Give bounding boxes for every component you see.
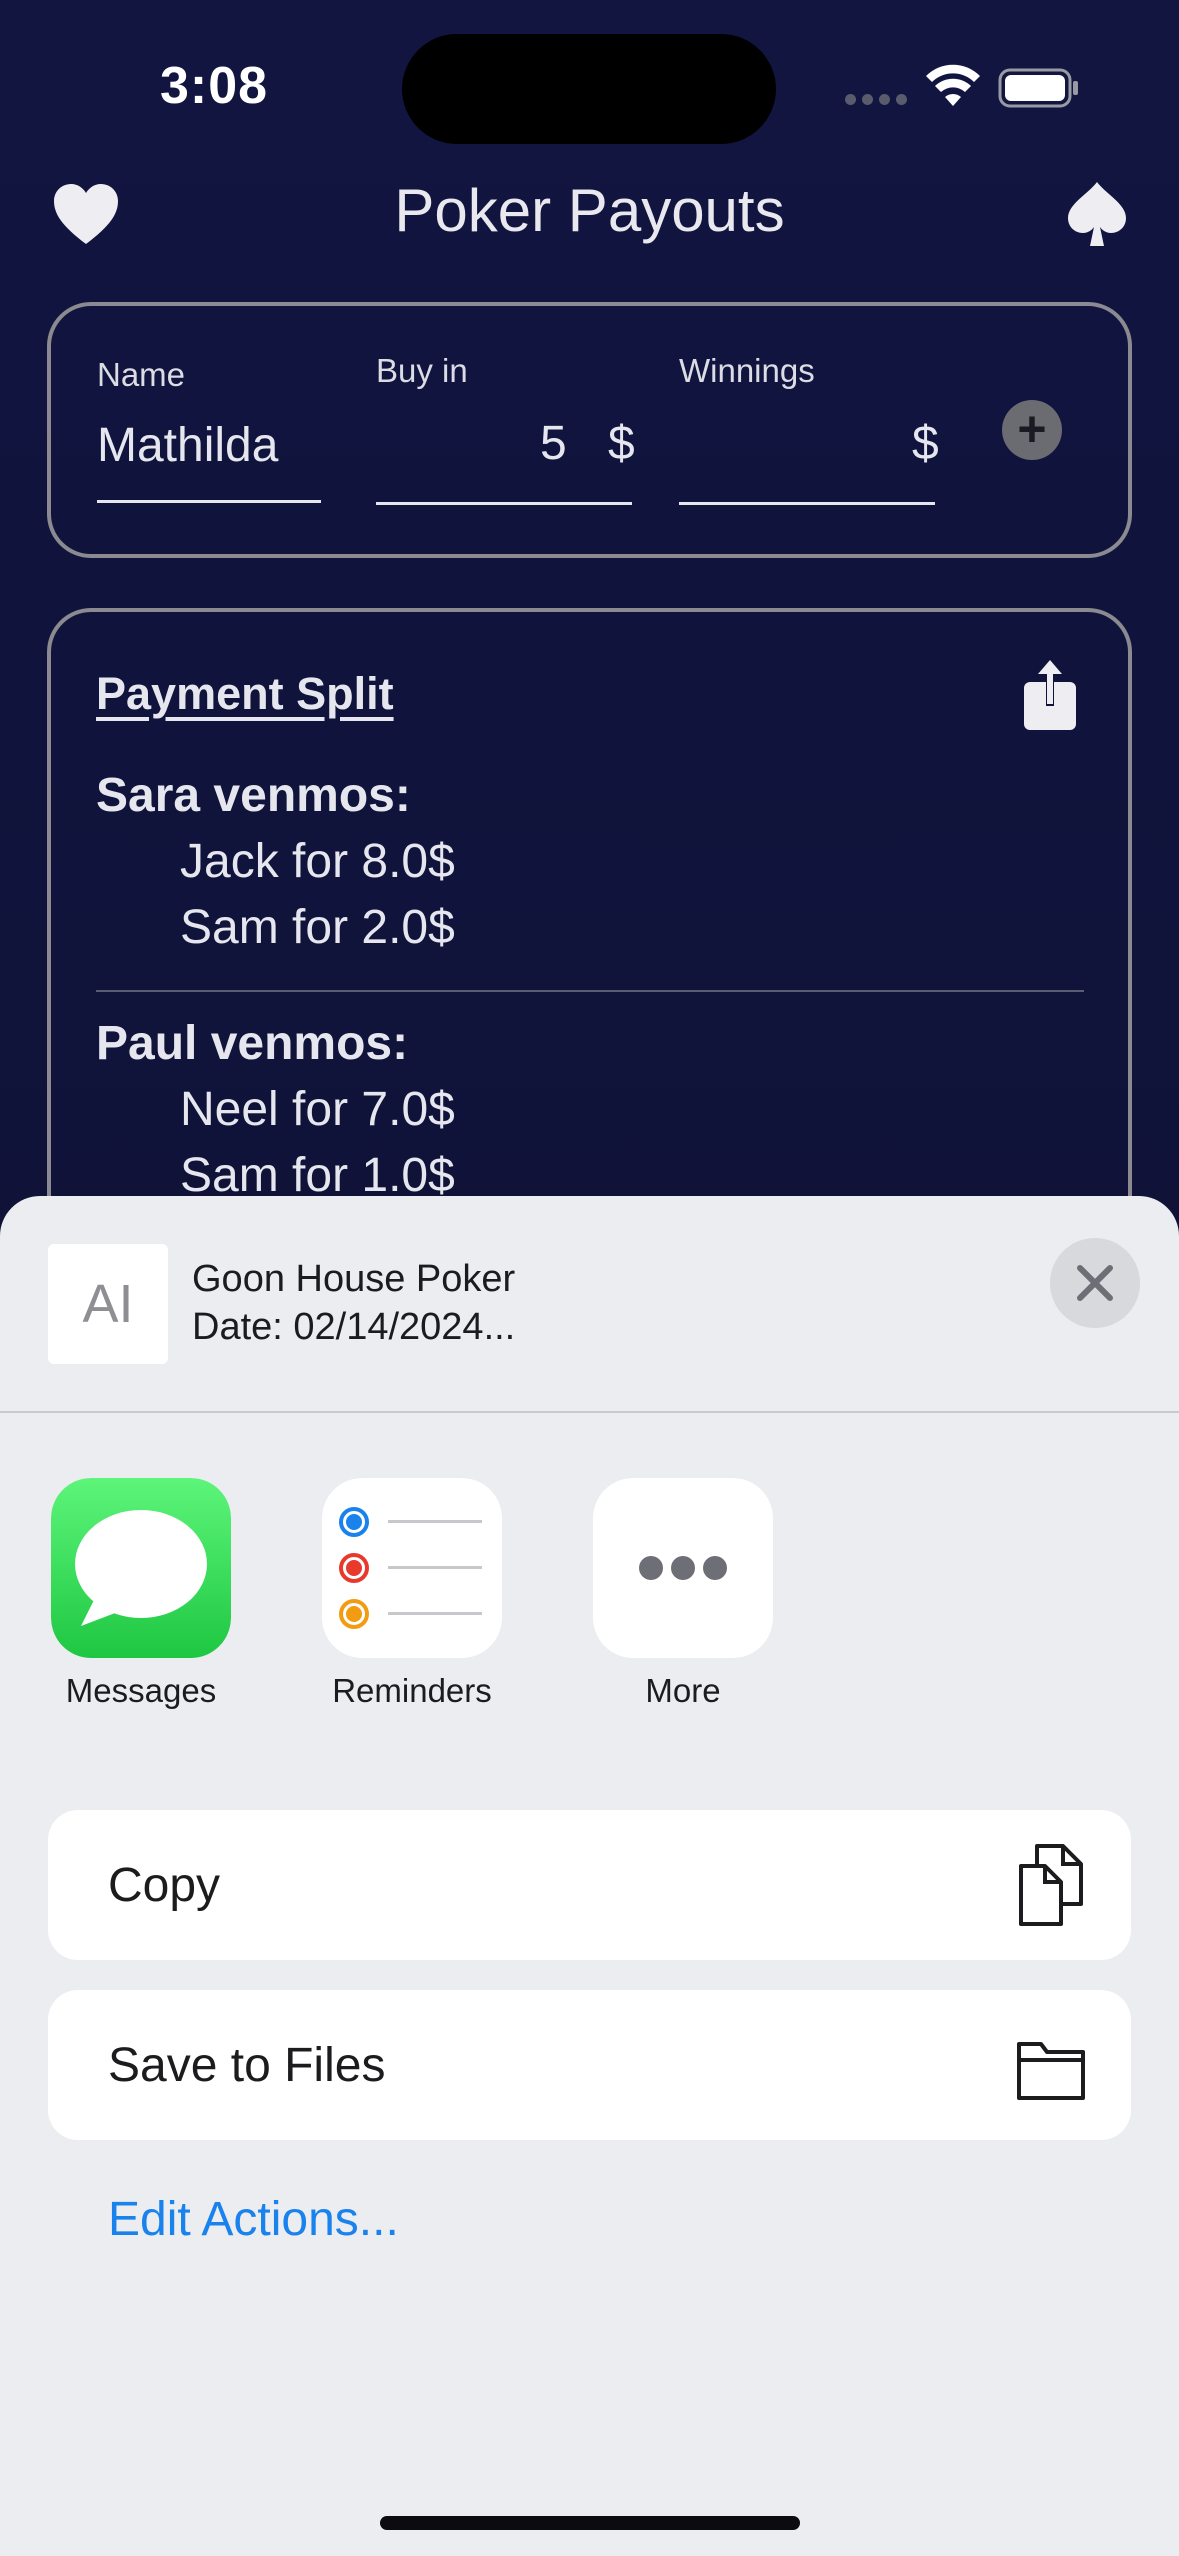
share-document-title: Goon House Poker <box>192 1258 516 1300</box>
battery-icon <box>998 68 1078 108</box>
copy-action[interactable]: Copy <box>48 1810 1131 1960</box>
payee-line: Sam for 2.0$ <box>180 901 455 954</box>
payer-name: Sara venmos: <box>96 769 411 822</box>
share-app-messages[interactable] <box>51 1478 231 1663</box>
messages-icon <box>51 1478 231 1658</box>
sheet-divider <box>0 1411 1179 1413</box>
name-input-underline <box>97 500 321 503</box>
save-to-files-action[interactable]: Save to Files <box>48 1990 1131 2140</box>
buyin-label: Buy in <box>376 352 468 389</box>
buyin-currency: $ <box>608 417 635 470</box>
action-label: Save to Files <box>108 2039 386 2092</box>
close-button[interactable] <box>1050 1238 1140 1328</box>
payee-line: Neel for 7.0$ <box>180 1083 455 1136</box>
name-input[interactable]: Mathilda <box>97 418 278 473</box>
action-label: Copy <box>108 1859 221 1912</box>
dynamic-island <box>402 34 776 144</box>
home-indicator[interactable] <box>380 2516 800 2530</box>
status-time: 3:08 <box>160 57 269 115</box>
winnings-input-underline <box>679 502 935 505</box>
spade-icon[interactable] <box>1064 180 1130 248</box>
wifi-icon <box>926 64 980 106</box>
app-label: Messages <box>65 1672 217 1709</box>
share-icon[interactable] <box>1022 660 1078 732</box>
group-divider <box>96 990 1084 992</box>
buyin-input-underline <box>376 502 632 505</box>
folder-icon <box>1017 2042 1085 2100</box>
payment-split-title: Payment Split <box>96 668 394 719</box>
share-document-subtitle: Date: 02/14/2024... <box>192 1306 516 1348</box>
cellular-signal-icon <box>845 94 907 108</box>
payee-line: Jack for 8.0$ <box>180 835 455 888</box>
share-app-reminders[interactable] <box>322 1478 502 1663</box>
name-label: Name <box>97 356 186 393</box>
edit-actions-link[interactable]: Edit Actions... <box>108 2192 399 2247</box>
page-title: Poker Payouts <box>394 177 785 244</box>
buyin-input[interactable]: 5 <box>540 416 567 471</box>
payee-line: Sam for 1.0$ <box>180 1149 455 1202</box>
share-app-more[interactable] <box>593 1478 773 1663</box>
reminders-icon <box>322 1478 502 1658</box>
winnings-label: Winnings <box>679 352 815 389</box>
app-label: More <box>645 1672 721 1709</box>
more-icon <box>593 1478 773 1658</box>
document-thumbnail: AI <box>48 1244 168 1364</box>
add-player-button[interactable]: + <box>1002 400 1062 460</box>
app-label: Reminders <box>332 1672 492 1709</box>
payer-name: Paul venmos: <box>96 1017 409 1070</box>
winnings-currency: $ <box>912 417 939 470</box>
copy-icon <box>1019 1844 1083 1926</box>
